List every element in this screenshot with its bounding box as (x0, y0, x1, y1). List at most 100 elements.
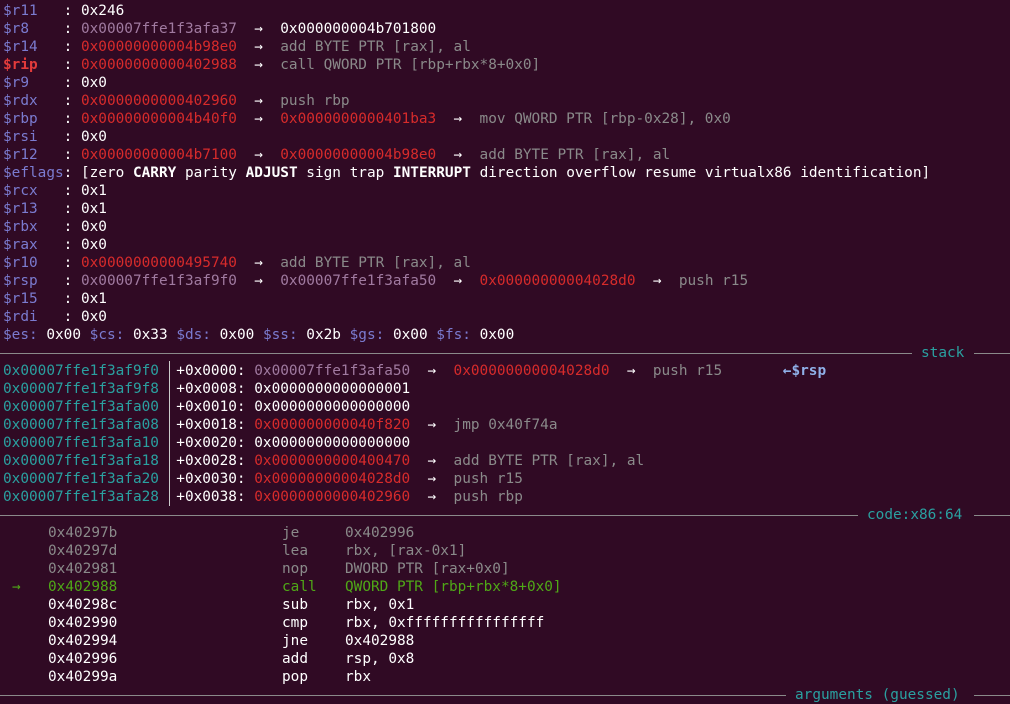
arrow-icon: → (254, 21, 263, 37)
terminal-window: $r11 : 0x246 $r8 : 0x00007ffe1f3afa37 → … (0, 0, 1010, 704)
register-row-rdi: $rdi : 0x0 (3, 309, 107, 325)
register-value: 0x0 (80, 309, 107, 325)
stack-address: 0x00007ffe1f3afa10 (3, 435, 159, 451)
register-name: $r11 (3, 3, 38, 19)
instruction-mnemonic: add (282, 651, 308, 667)
instruction-address: 0x40297b (48, 525, 118, 541)
register-row-r8: $r8 : 0x00007ffe1f3afa37 → 0x000000004b7… (3, 21, 437, 37)
stack-row: 0x00007ffe1f3afa00 +0x0010: 0x0000000000… (3, 398, 410, 416)
arrow-icon: → (254, 93, 263, 109)
eflags-close: ] (921, 165, 931, 181)
instruction-operands: rbx, [rax-0x1] (345, 543, 467, 559)
register-name: $r9 (3, 75, 29, 91)
register-name: $rsi (3, 129, 38, 145)
stack-target: 0x00000000004028d0 (453, 363, 610, 379)
register-value: 0x0000000000495740 (80, 255, 237, 271)
arrow-icon: → (626, 363, 636, 379)
arrow-icon: → (254, 273, 263, 289)
register-row-eflags: $eflags: [zero CARRY parity ADJUST sign … (3, 165, 931, 181)
section-title: code:x86:64 (867, 507, 963, 523)
arrow-icon: → (254, 147, 263, 163)
register-value: 0x00000000004b40f0 (80, 111, 237, 127)
register-value: 0x0 (80, 129, 107, 145)
instruction-address: 0x402988 (48, 579, 118, 595)
register-value: 0x0 (80, 219, 107, 235)
arrow-icon: → (254, 39, 263, 55)
segment-name: $ss: (262, 327, 298, 343)
stack-address: 0x00007ffe1f3af9f8 (3, 381, 159, 397)
separator-line (0, 695, 786, 696)
stack-target-2: push r15 (652, 363, 723, 379)
register-name: $r12 (3, 147, 38, 163)
instruction-mnemonic: call (282, 579, 317, 595)
register-name: $r13 (3, 201, 38, 217)
stack-offset: +0x0018: (176, 417, 246, 433)
instruction-mnemonic: jne (282, 633, 308, 649)
register-target: 0x00007ffe1f3afa50 (280, 273, 437, 289)
register-row-rbx: $rbx : 0x0 (3, 219, 107, 235)
stack-value: 0x00007ffe1f3afa50 (254, 363, 411, 379)
segment-registers: $es: 0x00 $cs: 0x33 $ds: 0x00 $ss: 0x2b … (3, 326, 514, 344)
register-row-rcx: $rcx : 0x1 (3, 183, 107, 199)
register-target-3: push r15 (678, 273, 749, 289)
instruction-mnemonic: sub (282, 597, 308, 613)
register-name: $rbx (3, 219, 38, 235)
segment-value: 0x00 (392, 327, 428, 343)
register-target: 0x000000004b701800 (280, 21, 437, 37)
segment-name: $fs: (436, 327, 471, 343)
register-name: $eflags (3, 165, 64, 181)
register-name: $rip (3, 57, 38, 73)
flag-set: CARRY (132, 165, 177, 181)
register-value: 0x00000000004b98e0 (80, 39, 237, 55)
register-name: $r14 (3, 39, 38, 55)
flag: direction (479, 165, 558, 181)
stack-row: 0x00007ffe1f3afa10 +0x0020: 0x0000000000… (3, 434, 410, 452)
register-name: $rdi (3, 309, 38, 325)
register-target-2: 0x00000000004028d0 (479, 273, 636, 289)
register-target: add BYTE PTR [rax], al (280, 255, 471, 271)
register-row-r14: $r14 : 0x00000000004b98e0 → add BYTE PTR… (3, 39, 471, 55)
register-value: 0x0 (80, 75, 107, 91)
separator-line (0, 353, 912, 354)
register-value: 0x1 (80, 201, 107, 217)
stack-value: 0x0000000000402960 (254, 489, 411, 505)
segment-name: $gs: (349, 327, 385, 343)
stack-target: push r15 (453, 471, 523, 487)
register-value: 0x0000000000402960 (80, 93, 237, 109)
register-row-rbp: $rbp : 0x00000000004b40f0 → 0x0000000000… (3, 111, 731, 127)
arguments-section-header: arguments (guessed) (0, 686, 1010, 704)
arrow-icon: → (453, 273, 463, 289)
stack-address: 0x00007ffe1f3afa00 (3, 399, 159, 415)
register-value: 0x00007ffe1f3afa37 (80, 21, 237, 37)
current-instruction-arrow-icon: → (12, 579, 21, 595)
arrow-icon: → (427, 363, 437, 379)
register-name: $rbp (3, 111, 38, 127)
stack-offset: +0x0010: (176, 399, 246, 415)
separator-line (974, 353, 1010, 354)
flag: trap (349, 165, 385, 181)
arrow-icon: → (427, 417, 437, 433)
segment-name: $es: (3, 327, 38, 343)
arrow-icon: → (453, 111, 463, 127)
instruction-address: 0x402996 (48, 651, 118, 667)
register-row-rsp: $rsp : 0x00007ffe1f3af9f0 → 0x00007ffe1f… (3, 273, 749, 289)
instruction-mnemonic: cmp (282, 615, 308, 631)
rsp-marker: ←$rsp (782, 363, 827, 379)
segment-value: 0x2b (306, 327, 341, 343)
register-value: 0x0 (80, 237, 107, 253)
register-name: $rax (3, 237, 38, 253)
flag: identification (800, 165, 922, 181)
segment-value: 0x00 (219, 327, 255, 343)
flag: virtualx86 (704, 165, 792, 181)
instruction-address: 0x40298c (48, 597, 118, 613)
instruction-operands: 0x402988 (345, 633, 415, 649)
register-value: 0x1 (80, 183, 107, 199)
instruction-operands: rsp, 0x8 (345, 651, 415, 667)
code-section-header: code:x86:64 (0, 506, 1010, 524)
instruction-address: 0x402994 (48, 633, 118, 649)
stack-address: 0x00007ffe1f3afa18 (3, 453, 159, 469)
register-target-2: add BYTE PTR [rax], al (479, 147, 671, 163)
stack-offset: +0x0028: (176, 453, 246, 469)
stack-row: 0x00007ffe1f3afa20 +0x0030: 0x0000000000… (3, 470, 523, 488)
register-name: $rdx (3, 93, 38, 109)
